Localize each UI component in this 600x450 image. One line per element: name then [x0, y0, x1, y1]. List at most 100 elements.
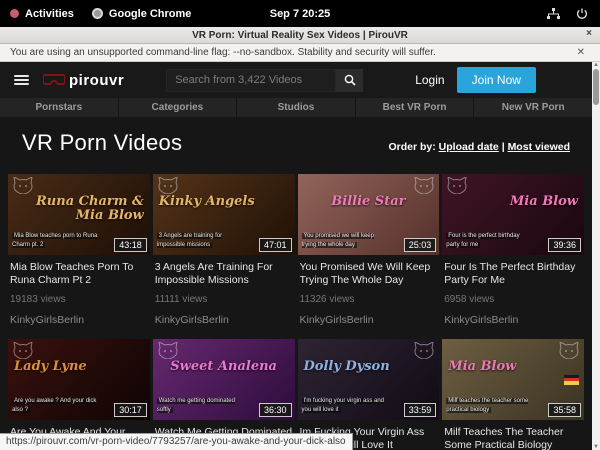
activities-label: Activities: [25, 8, 74, 20]
scrollbar-thumb[interactable]: [593, 69, 599, 105]
video-duration-badge: 30:17: [114, 403, 147, 417]
video-thumbnail[interactable]: Mia Blow Four is the perfect birthday pa…: [442, 174, 584, 255]
chrome-label: Google Chrome: [109, 8, 192, 20]
video-studio-link[interactable]: KinkyGirlsBerlin: [155, 314, 293, 326]
video-card[interactable]: Kinky Angels 3 Angels are training for i…: [153, 174, 295, 326]
menu-item-new-vr-porn[interactable]: New VR Porn: [474, 98, 592, 117]
status-bar-url: https://pirouvr.com/vr-porn-video/779325…: [0, 433, 353, 450]
video-duration-badge: 43:18: [114, 238, 147, 252]
menu-item-studios[interactable]: Studios: [237, 98, 356, 117]
studio-cat-mask-icon: [13, 342, 33, 359]
studio-cat-mask-icon: [447, 177, 467, 194]
thumbnail-caption: Mia Blow teaches porn to Runa Charm pt. …: [12, 232, 100, 250]
search-icon: [344, 74, 356, 86]
video-card[interactable]: Runa Charm & Mia Blow Mia Blow teaches p…: [8, 174, 150, 326]
video-view-count: 11111 views: [155, 294, 293, 305]
browser-viewport: pirouvr Login Join Now PornstarsCategori…: [0, 62, 600, 450]
video-title[interactable]: 3 Angels Are Training For Impossible Mis…: [155, 261, 293, 287]
thumbnail-performer-name: Kinky Angels: [159, 195, 289, 209]
vr-goggles-icon: [43, 74, 65, 87]
search-input[interactable]: [166, 69, 336, 92]
page-scrollbar[interactable]: ▲ ▼: [592, 62, 600, 450]
order-by-controls: Order by: Upload date | Most viewed: [388, 141, 570, 153]
video-view-count: 19183 views: [10, 294, 148, 305]
logo-text: pirouvr: [69, 72, 124, 89]
scrollbar-up-arrow[interactable]: ▲: [592, 62, 600, 68]
video-thumbnail[interactable]: Sweet Analena Watch me getting dominated…: [153, 339, 295, 420]
order-most-viewed-link[interactable]: Most viewed: [508, 141, 570, 153]
video-title[interactable]: Four Is The Perfect Birthday Party For M…: [444, 261, 582, 287]
warning-text: You are using an unsupported command-lin…: [10, 47, 436, 58]
video-studio-link[interactable]: KinkyGirlsBerlin: [300, 314, 438, 326]
chrome-app-menu[interactable]: Google Chrome: [92, 8, 192, 20]
video-title[interactable]: Mia Blow Teaches Porn To Runa Charm Pt 2: [10, 261, 148, 287]
activities-button[interactable]: Activities: [10, 8, 74, 20]
german-flag-icon: [564, 375, 579, 385]
video-duration-badge: 47:01: [259, 238, 292, 252]
thumbnail-performer-name: Runa Charm & Mia Blow: [14, 195, 144, 222]
thumbnail-caption: Four is the perfect birthday party for m…: [446, 232, 534, 250]
video-view-count: 6958 views: [444, 294, 582, 305]
video-thumbnail[interactable]: Lady Lyne Are you awake ? And your dick …: [8, 339, 150, 420]
menu-item-best-vr-porn[interactable]: Best VR Porn: [356, 98, 475, 117]
menu-item-pornstars[interactable]: Pornstars: [0, 98, 119, 117]
video-duration-badge: 39:36: [548, 238, 581, 252]
video-studio-link[interactable]: KinkyGirlsBerlin: [444, 314, 582, 326]
video-view-count: 11326 views: [300, 294, 438, 305]
hamburger-menu-icon[interactable]: [14, 75, 29, 85]
chrome-icon: [92, 8, 103, 19]
thumbnail-performer-name: Lady Lyne: [14, 360, 144, 374]
main-menu: PornstarsCategoriesStudiosBest VR PornNe…: [0, 98, 592, 117]
video-grid: Runa Charm & Mia Blow Mia Blow teaches p…: [8, 174, 584, 450]
video-thumbnail[interactable]: Runa Charm & Mia Blow Mia Blow teaches p…: [8, 174, 150, 255]
system-clock[interactable]: Sep 7 20:25: [270, 8, 331, 20]
order-separator: |: [502, 141, 505, 153]
video-thumbnail[interactable]: Dolly Dyson I'm fucking your virgin ass …: [298, 339, 440, 420]
studio-cat-mask-icon: [414, 342, 434, 359]
video-card[interactable]: Mia Blow Four is the perfect birthday pa…: [442, 174, 584, 326]
thumbnail-caption: Milf teaches the teacher some practical …: [446, 397, 534, 415]
network-icon[interactable]: [547, 8, 560, 20]
site-logo[interactable]: pirouvr: [43, 72, 124, 89]
thumbnail-performer-name: Mia Blow: [448, 360, 578, 374]
studio-cat-mask-icon: [559, 342, 579, 359]
thumbnail-performer-name: Sweet Analena: [159, 360, 289, 374]
video-thumbnail[interactable]: Kinky Angels 3 Angels are training for i…: [153, 174, 295, 255]
thumbnail-performer-name: Billie Star: [304, 195, 434, 209]
video-duration-badge: 35:58: [548, 403, 581, 417]
scrollbar-down-arrow[interactable]: ▼: [592, 444, 600, 450]
chrome-warning-bar: You are using an unsupported command-lin…: [0, 44, 600, 62]
thumbnail-caption: Watch me getting dominated softly: [157, 397, 245, 415]
window-close-button[interactable]: ×: [586, 28, 592, 39]
recording-indicator-icon: [10, 9, 19, 18]
video-thumbnail[interactable]: Mia Blow Milf teaches the teacher some p…: [442, 339, 584, 420]
warning-close-button[interactable]: ✕: [577, 47, 590, 58]
video-title[interactable]: You Promised We Will Keep Trying The Who…: [300, 261, 438, 287]
search-bar: [166, 69, 363, 92]
login-link[interactable]: Login: [415, 73, 444, 87]
join-now-button[interactable]: Join Now: [457, 67, 536, 93]
order-by-label: Order by:: [388, 141, 435, 153]
studio-cat-mask-icon: [158, 177, 178, 194]
video-title[interactable]: Milf Teaches The Teacher Some Practical …: [444, 426, 582, 450]
thumbnail-performer-name: Mia Blow: [448, 195, 578, 209]
page-content: VR Porn Videos Order by: Upload date | M…: [0, 117, 592, 450]
video-card[interactable]: Billie Star You promised we will keep tr…: [298, 174, 440, 326]
search-button[interactable]: [336, 69, 363, 92]
system-top-bar: Activities Google Chrome Sep 7 20:25: [0, 0, 600, 27]
studio-cat-mask-icon: [158, 342, 178, 359]
thumbnail-caption: I'm fucking your virgin ass and you will…: [302, 397, 390, 415]
power-icon[interactable]: [576, 8, 588, 20]
studio-cat-mask-icon: [414, 177, 434, 194]
video-thumbnail[interactable]: Billie Star You promised we will keep tr…: [298, 174, 440, 255]
video-card[interactable]: Mia Blow Milf teaches the teacher some p…: [442, 339, 584, 450]
menu-item-categories[interactable]: Categories: [119, 98, 238, 117]
thumbnail-performer-name: Dolly Dyson: [304, 360, 434, 374]
video-duration-badge: 36:30: [259, 403, 292, 417]
browser-title-bar: VR Porn: Virtual Reality Sex Videos | Pi…: [0, 27, 600, 44]
video-duration-badge: 25:03: [404, 238, 437, 252]
order-upload-date-link[interactable]: Upload date: [439, 141, 499, 153]
thumbnail-caption: 3 Angels are training for impossible mis…: [157, 232, 245, 250]
thumbnail-caption: Are you awake ? And your dick also ?: [12, 397, 100, 415]
video-studio-link[interactable]: KinkyGirlsBerlin: [10, 314, 148, 326]
